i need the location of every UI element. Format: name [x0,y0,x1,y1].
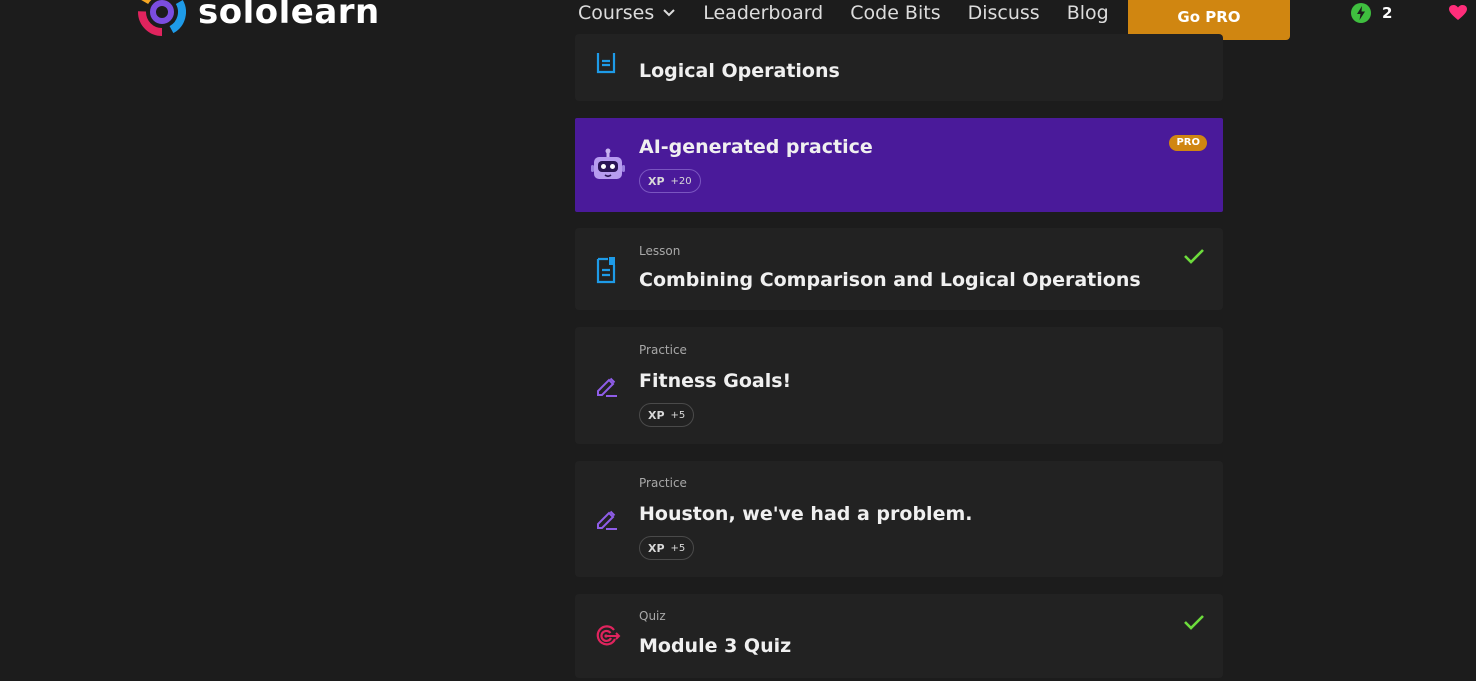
lesson-document-icon [596,257,616,284]
streak-indicator[interactable]: 2 [1351,3,1392,23]
lesson-document-icon [596,53,616,74]
brand-name: sololearn [198,0,380,32]
lesson-card[interactable]: Lesson Combining Comparison and Logical … [575,228,1223,310]
nav-discuss[interactable]: Discuss [968,2,1040,24]
lesson-title: AI-generated practice [639,136,873,158]
practice-card[interactable]: Practice Fitness Goals! XP +5 [575,327,1223,444]
checkmark-icon [1184,615,1204,630]
xp-label: XP [648,541,665,555]
chevron-down-icon [663,9,675,17]
practice-pencil-icon [597,510,617,530]
ai-robot-icon [591,148,625,179]
top-navbar: sololearn Courses Leaderboard Code Bits … [0,0,1476,40]
lesson-title: Houston, we've had a problem. [639,503,973,525]
nav-discuss-label: Discuss [967,2,1040,24]
lesson-kind: Practice [639,476,687,490]
lesson-title: Module 3 Quiz [639,635,792,657]
pro-badge: PRO [1169,135,1207,151]
checkmark-icon [1184,249,1204,264]
lesson-title: Logical Operations [639,60,840,82]
sololearn-logo[interactable]: sololearn [138,0,380,36]
hearts-indicator[interactable]: 5 [1449,4,1476,22]
lesson-card[interactable]: Logical Operations [575,34,1223,101]
heart-icon [1449,5,1467,20]
lesson-title: Combining Comparison and Logical Operati… [639,269,1141,291]
nav-leaderboard[interactable]: Leaderboard [703,2,823,24]
xp-label: XP [648,408,665,422]
lesson-title: Fitness Goals! [639,370,792,392]
nav-code-bits-label: Code Bits [850,2,941,24]
xp-badge: XP +5 [639,536,695,560]
sololearn-logo-icon [138,0,186,36]
nav-leaderboard-label: Leaderboard [703,2,824,24]
streak-count: 2 [1382,4,1393,22]
lightning-icon [1351,3,1371,23]
ai-practice-card[interactable]: AI-generated practice XP +20 PRO [575,118,1223,212]
xp-value: +5 [670,409,686,421]
xp-value: +20 [670,175,692,187]
nav-courses[interactable]: Courses [578,2,676,24]
lesson-kind: Practice [639,343,687,357]
xp-value: +5 [670,542,686,554]
xp-badge: XP +20 [639,169,701,193]
quiz-card[interactable]: Quiz Module 3 Quiz [575,594,1223,678]
lesson-kind: Lesson [639,244,681,258]
main-nav: Courses Leaderboard Code Bits Discuss Bl… [578,2,1136,24]
lesson-kind: Quiz [639,609,666,623]
nav-code-bits[interactable]: Code Bits [850,2,940,24]
nav-blog[interactable]: Blog [1067,2,1109,24]
practice-card[interactable]: Practice Houston, we've had a problem. X… [575,461,1223,577]
xp-badge: XP +5 [639,403,695,427]
nav-blog-label: Blog [1066,2,1109,24]
quiz-target-icon [596,625,621,646]
nav-courses-label: Courses [578,2,655,24]
practice-pencil-icon [597,377,617,397]
xp-label: XP [648,174,665,188]
